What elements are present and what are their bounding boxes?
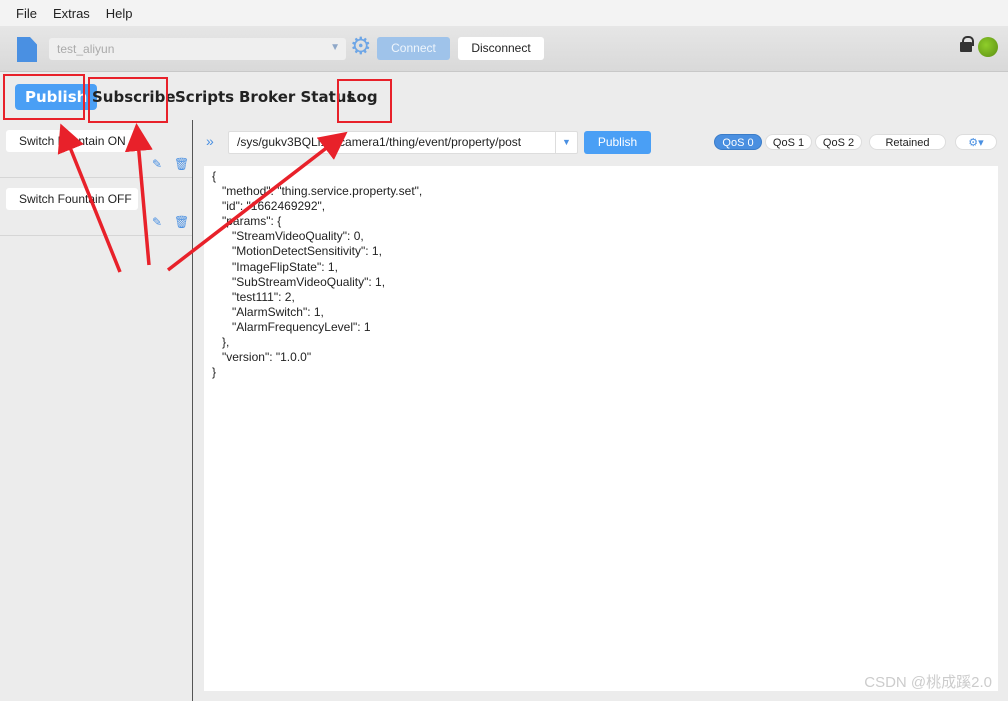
menu-file[interactable]: File (8, 6, 45, 21)
expand-icon[interactable]: » (206, 133, 214, 149)
payload-line: "AlarmFrequencyLevel": 1 (212, 319, 371, 334)
qos2-button[interactable]: QoS 2 (815, 134, 862, 150)
disconnect-button[interactable]: Disconnect (458, 37, 544, 60)
tab-log[interactable]: Log (347, 84, 378, 110)
connection-toolbar: test_aliyun ▼ ⚙ Connect Disconnect (0, 26, 1008, 72)
trash-icon[interactable]: 🗑 (174, 215, 189, 229)
edit-icon[interactable]: ✎ (152, 215, 162, 229)
topic-input[interactable]: /sys/gukv3BQLi1C/camera1/thing/event/pro… (228, 131, 578, 154)
menu-bar: File Extras Help (0, 0, 1008, 26)
script-item: Switch Fountain OFF ✎ 🗑 (0, 178, 192, 236)
script-button[interactable]: Switch Fountain OFF (6, 188, 138, 210)
lock-icon (960, 36, 974, 52)
edit-icon[interactable]: ✎ (152, 157, 162, 171)
script-button[interactable]: Switch Fountain ON (6, 130, 138, 152)
payload-line: "method": "thing.service.property.set", (212, 184, 423, 199)
tab-bar: Publish Subscribe Scripts Broker Status … (0, 82, 1008, 114)
options-gear-icon[interactable]: ⚙▾ (955, 134, 997, 150)
payload-line: "StreamVideoQuality": 0, (212, 229, 364, 244)
menu-help[interactable]: Help (98, 6, 141, 21)
profile-value: test_aliyun (57, 42, 115, 56)
payload-line: "ImageFlipState": 1, (212, 259, 338, 274)
menu-extras[interactable]: Extras (45, 6, 98, 21)
connect-button[interactable]: Connect (377, 37, 450, 60)
payload-line: { (212, 169, 217, 183)
trash-icon[interactable]: 🗑 (174, 157, 189, 171)
payload-line: "params": { (212, 214, 282, 229)
qos1-button[interactable]: QoS 1 (765, 134, 812, 150)
tab-subscribe[interactable]: Subscribe (92, 84, 176, 110)
tab-publish[interactable]: Publish (15, 84, 98, 110)
chevron-down-icon: ▼ (330, 42, 340, 53)
profile-select[interactable]: test_aliyun ▼ (49, 38, 346, 60)
payload-line: "AlarmSwitch": 1, (212, 304, 324, 319)
tab-scripts[interactable]: Scripts (175, 84, 234, 110)
retained-button[interactable]: Retained (869, 134, 946, 150)
gear-icon[interactable]: ⚙ (350, 35, 372, 59)
topic-value: /sys/gukv3BQLi1C/camera1/thing/event/pro… (237, 135, 522, 149)
publish-button[interactable]: Publish (584, 131, 651, 154)
scripts-sidebar: Switch Fountain ON ✎ 🗑 Switch Fountain O… (0, 120, 193, 701)
payload-editor[interactable]: { "method": "thing.service.property.set"… (204, 166, 998, 691)
payload-line: "test111": 2, (212, 289, 295, 304)
payload-line: "SubStreamVideoQuality": 1, (212, 274, 386, 289)
qos0-button[interactable]: QoS 0 (714, 134, 762, 150)
payload-line: "version": "1.0.0" (212, 350, 312, 365)
payload-line: "id": "1662469292", (212, 199, 326, 214)
document-icon (17, 37, 37, 62)
payload-line: }, (212, 335, 230, 350)
script-item: Switch Fountain ON ✎ 🗑 (0, 120, 192, 178)
payload-line: "MotionDetectSensitivity": 1, (212, 244, 382, 259)
watermark: CSDN @桃成蹊2.0 (864, 674, 992, 691)
connection-status-indicator (978, 37, 998, 57)
tab-broker-status[interactable]: Broker Status (239, 84, 355, 110)
chevron-down-icon[interactable]: ▼ (555, 132, 577, 153)
payload-line: } (212, 365, 217, 380)
